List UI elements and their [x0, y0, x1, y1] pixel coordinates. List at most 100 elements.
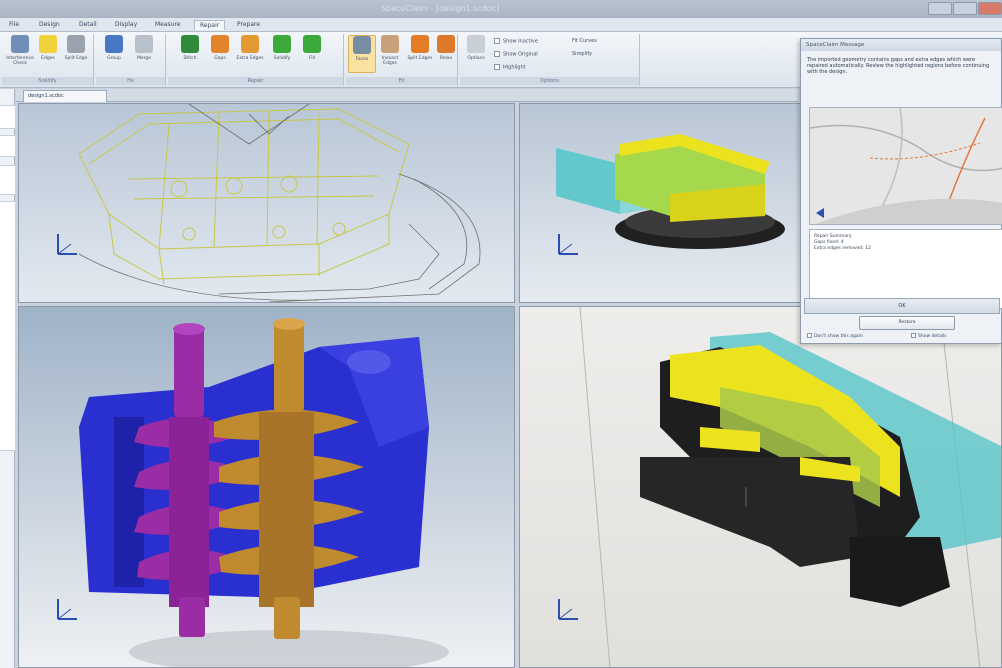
screw-compressor-model	[79, 318, 449, 667]
magnifier-icon	[11, 35, 29, 53]
button-label: Fill	[308, 56, 315, 61]
button-label: Inexact Edges	[381, 56, 399, 66]
panel-strip[interactable]	[0, 105, 15, 129]
faces-button[interactable]: Faces	[348, 35, 376, 73]
solidify-button[interactable]: Solidify	[268, 35, 296, 73]
checkbox-label: Highlight	[503, 64, 526, 71]
button-label: Group	[107, 56, 121, 61]
maximize-button[interactable]	[953, 2, 977, 15]
close-button[interactable]	[978, 2, 1002, 15]
ribbon-tab-file[interactable]: File	[4, 20, 24, 29]
axis-triad-icon	[558, 599, 578, 620]
button-label: Solidify	[273, 56, 291, 61]
action-label: Simplify	[572, 51, 593, 57]
dont-show-again-checkbox[interactable]: Don't show this again	[807, 333, 863, 339]
section-cut-model	[579, 307, 1001, 667]
merge-button[interactable]: Merge	[130, 35, 158, 73]
ribbon-tab-bar: File Design Detail Display Measure Repai…	[0, 18, 1002, 32]
viewport-wireframe[interactable]	[18, 103, 515, 303]
relax-button[interactable]: Relax	[432, 35, 460, 73]
minimize-button[interactable]	[928, 2, 952, 15]
group-label: Solidify	[2, 77, 93, 85]
group-icon	[105, 35, 123, 53]
dialog-title: SpaceClaim Message	[801, 39, 1001, 51]
split-button[interactable]: Split Edge	[62, 35, 90, 73]
button-label: Relax	[439, 56, 453, 61]
structure-panel	[0, 89, 15, 668]
fit-curves-action[interactable]: Fit Curves	[572, 38, 597, 47]
panel-strip[interactable]	[0, 135, 15, 157]
repair-preview-image	[810, 108, 1002, 224]
fill-button[interactable]: Fill	[298, 35, 326, 73]
checkbox-label: Show details	[918, 334, 947, 339]
ribbon-tab-repair[interactable]: Repair	[194, 20, 226, 30]
panel-strip[interactable]	[0, 201, 15, 451]
stitch-button[interactable]: Stitch	[176, 35, 204, 73]
face-icon	[353, 36, 371, 54]
edge-icon	[67, 35, 85, 53]
section-model	[556, 134, 785, 249]
options-icon	[467, 35, 485, 53]
dialog-message: The imported geometry contains gaps and …	[807, 57, 990, 75]
document-tab[interactable]: design1.scdoc	[23, 90, 107, 102]
viewport-screw-compressor[interactable]	[18, 306, 515, 668]
ribbon-tab-display[interactable]: Display	[110, 20, 142, 29]
panel-strip[interactable]	[0, 165, 15, 195]
axis-triad-icon	[558, 234, 578, 255]
edges-button[interactable]: Edges	[34, 35, 62, 73]
checkbox-label: Show Inactive	[503, 38, 538, 45]
viewport-section-cut[interactable]	[519, 306, 1002, 668]
cube-icon	[273, 35, 291, 53]
spaceclaim-window: SpaceClaim - [design1.scdoc] File Design…	[0, 0, 1002, 668]
dialog-footer: Don't show this again Show details	[800, 330, 1002, 344]
group-label: Fix	[96, 77, 165, 85]
restore-button[interactable]: Restore	[859, 316, 955, 330]
group-label: Options	[460, 77, 639, 85]
checkbox-label: Don't show this again	[814, 334, 863, 339]
simplify-action[interactable]: Simplify	[572, 51, 592, 60]
ribbon-tab-design[interactable]: Design	[34, 20, 65, 29]
highlight-checkbox[interactable]: Highlight	[494, 64, 526, 73]
axis-triad-icon	[57, 234, 77, 255]
ok-button[interactable]: OK	[804, 298, 1000, 314]
button-label: Split Edges	[407, 56, 433, 61]
button-label: Merge	[136, 56, 152, 61]
button-label: Edges	[41, 56, 55, 61]
show-inactive-checkbox[interactable]: Show Inactive	[494, 38, 538, 47]
merge-icon	[135, 35, 153, 53]
viewport-section-view[interactable]	[519, 103, 801, 303]
interference-button[interactable]: Interference Check	[6, 35, 34, 73]
document-tab-bar: design1.scdoc	[16, 89, 798, 102]
title-bar: SpaceClaim - [design1.scdoc]	[0, 0, 1002, 18]
relax-icon	[437, 35, 455, 53]
button-label: Split Edge	[64, 56, 88, 61]
show-original-checkbox[interactable]: Show Original	[494, 51, 538, 60]
button-label: Faces	[355, 57, 369, 62]
button-label: Options	[467, 56, 485, 61]
repair-preview	[809, 107, 1002, 225]
split-edges-button[interactable]: Split Edges	[406, 35, 434, 73]
inexact-button[interactable]: Inexact Edges	[376, 35, 404, 73]
ribbon-tab-prepare[interactable]: Prepare	[232, 20, 265, 29]
inexact-icon	[381, 35, 399, 53]
button-label: Extra Edges	[236, 56, 264, 61]
star-icon	[39, 35, 57, 53]
group-button[interactable]: Group	[100, 35, 128, 73]
group-label: Repair	[168, 77, 343, 85]
ribbon-tab-measure[interactable]: Measure	[150, 20, 186, 29]
button-label: Stitch	[183, 56, 197, 61]
show-details-checkbox[interactable]: Show details	[911, 333, 947, 339]
extra-button[interactable]: Extra Edges	[236, 35, 264, 73]
action-label: Fit Curves	[572, 38, 597, 44]
summary-line: Extra edges removed: 12	[814, 246, 871, 251]
cross-icon	[211, 35, 229, 53]
wireframe-model	[78, 104, 481, 302]
repair-summary-box: Repair Summary Gaps fixed: 4 Extra edges…	[809, 229, 1002, 309]
split-icon	[411, 35, 429, 53]
checkbox-label: Show Original	[503, 51, 538, 58]
axis-triad-icon	[57, 599, 77, 620]
ribbon-tab-detail[interactable]: Detail	[74, 20, 102, 29]
options-button[interactable]: Options	[462, 35, 490, 73]
window-title: SpaceClaim - [design1.scdoc]	[380, 4, 500, 13]
gaps-button[interactable]: Gaps	[206, 35, 234, 73]
